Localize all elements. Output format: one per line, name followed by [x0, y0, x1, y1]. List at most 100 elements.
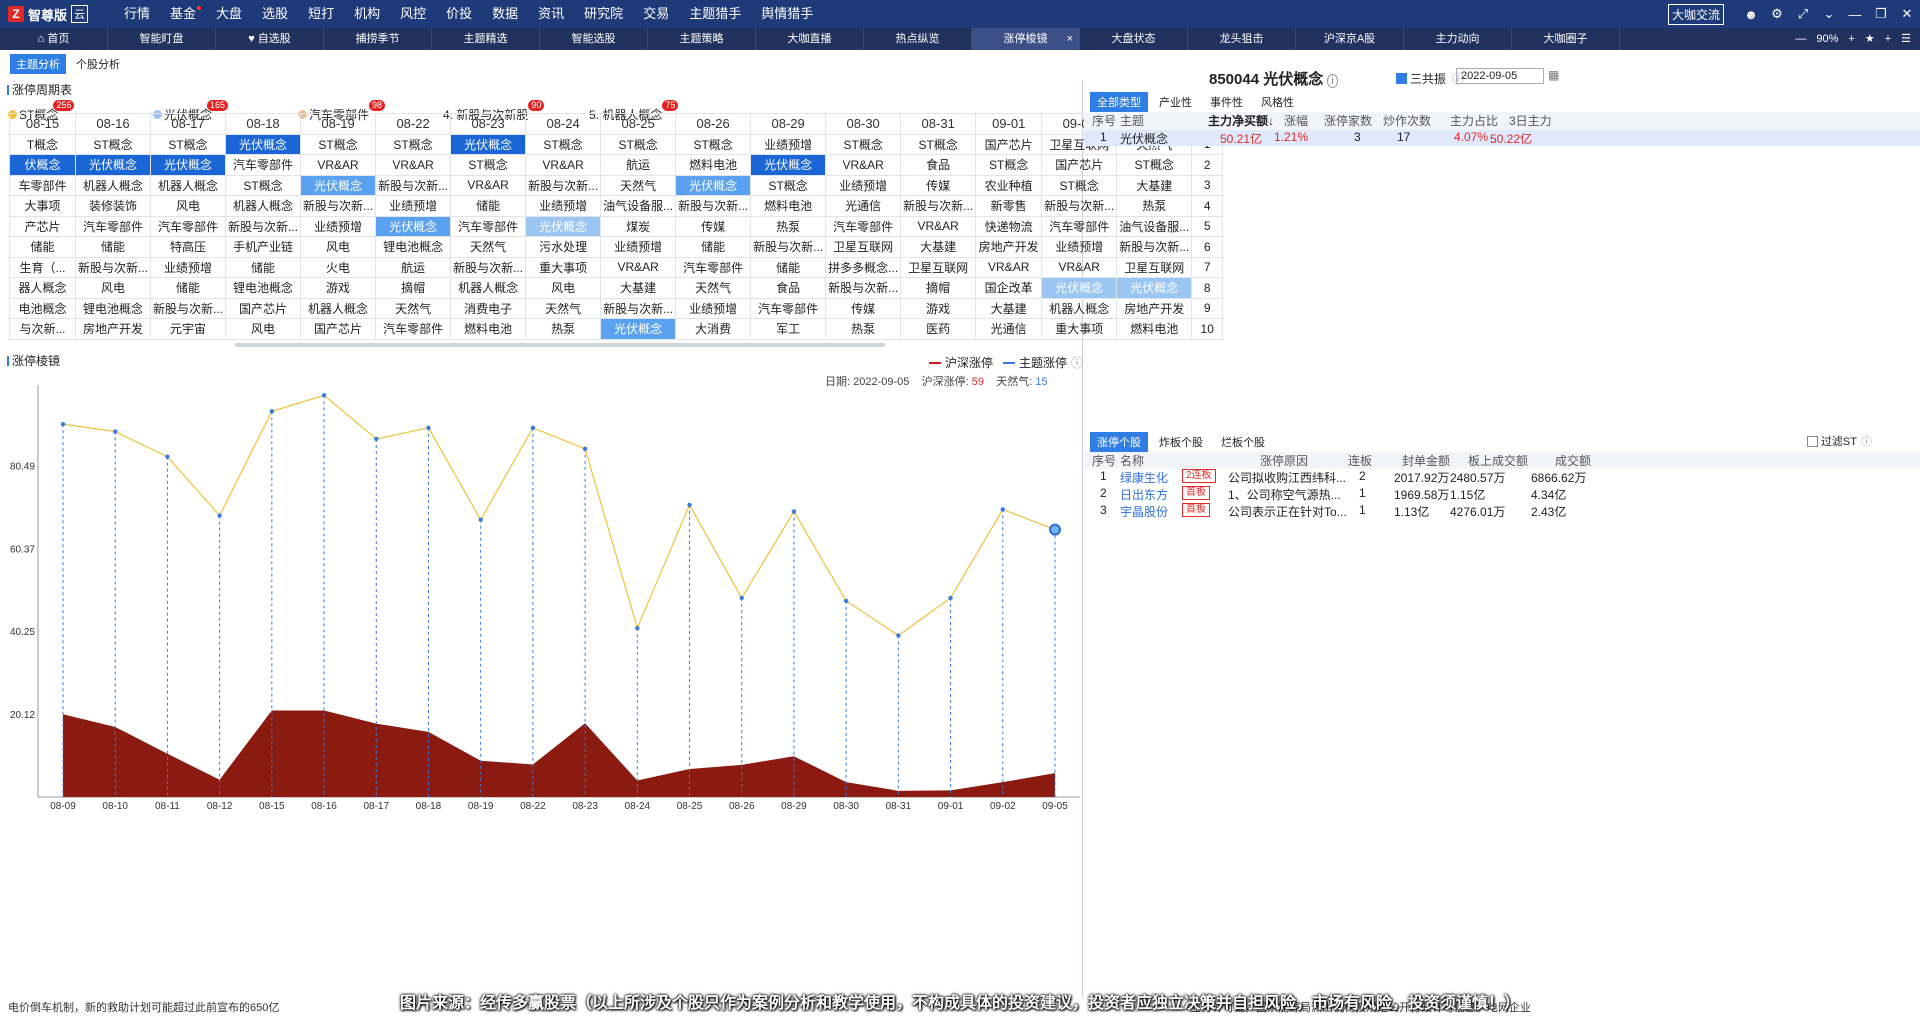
cycle-cell[interactable]: 业绩预增 — [825, 174, 902, 196]
menu-item[interactable]: 资讯 — [528, 0, 574, 28]
cycle-cell[interactable]: 游戏 — [300, 277, 377, 299]
cycle-cell[interactable]: 食品 — [900, 154, 977, 176]
menu-item[interactable]: 研究院 — [574, 0, 633, 28]
cycle-cell[interactable]: 国产芯片 — [975, 133, 1043, 155]
menu-item[interactable]: 数据 — [482, 0, 528, 28]
cycle-cell[interactable]: 汽车零部件 — [675, 256, 752, 278]
table-row[interactable]: 2 日出东方 首板 1、公司称空气源热... 1 1969.58万 1.15亿 4.34亿 — [1084, 486, 1920, 503]
menu-item[interactable]: 机构 — [344, 0, 390, 28]
cycle-cell[interactable]: 光伏概念 — [225, 133, 302, 155]
cycle-cell[interactable]: 光伏概念 — [525, 215, 602, 237]
cycle-cell[interactable]: 汽车零部件 — [150, 215, 227, 237]
cycle-cell[interactable]: 汽车零部件 — [225, 154, 302, 176]
cycle-cell[interactable]: 天然气 — [525, 297, 602, 319]
menu-item[interactable]: 主题猎手 — [679, 0, 751, 28]
cycle-cell[interactable]: 光通信 — [975, 318, 1043, 340]
cycle-cell[interactable]: 国产芯片 — [225, 297, 302, 319]
cycle-cell[interactable]: 传媒 — [900, 174, 977, 196]
tab-active[interactable]: 涨停梭镜 × — [972, 28, 1080, 50]
exchange-button[interactable]: 大咖交流 — [1667, 3, 1724, 25]
resonance-checkbox[interactable]: 三共振 ⓘ — [1396, 70, 1464, 87]
cycle-cell[interactable]: 业绩预增 — [300, 215, 377, 237]
cycle-cell[interactable]: 业绩预增 — [600, 236, 677, 258]
cycle-cell[interactable]: VR&AR — [375, 154, 452, 176]
cycle-cell[interactable]: 机器人概念 — [300, 297, 377, 319]
cycle-cell[interactable]: VR&AR — [975, 256, 1043, 278]
cycle-cell[interactable]: 伏概念 — [9, 154, 76, 176]
cycle-cell[interactable]: VR&AR — [825, 154, 902, 176]
calendar-icon[interactable]: ▦ — [1548, 68, 1559, 82]
close-tab-icon[interactable]: × — [1067, 28, 1073, 50]
tab-favorites[interactable]: ♥ 自选股 — [216, 28, 324, 50]
tab[interactable]: 捕捞季节 — [324, 28, 432, 50]
star-icon[interactable]: ★ — [1860, 28, 1880, 50]
menu-item[interactable]: 选股 — [252, 0, 298, 28]
settings-icon[interactable]: ⚙ — [1764, 6, 1790, 22]
cycle-cell[interactable]: ST概念 — [600, 133, 677, 155]
cycle-cell[interactable]: 燃料电池 — [750, 195, 827, 217]
cycle-cell[interactable]: VR&AR — [450, 174, 527, 196]
shrink-icon[interactable]: ⤢ — [1790, 6, 1816, 22]
menu-item[interactable]: 价投 — [436, 0, 482, 28]
cycle-cell[interactable]: 业绩预增 — [750, 133, 827, 155]
add-icon[interactable]: + — [1880, 28, 1896, 50]
menu-item[interactable]: 风控 — [390, 0, 436, 28]
cycle-cell[interactable]: 新股与次新... — [450, 256, 527, 278]
cycle-cell[interactable]: 机器人概念 — [150, 174, 227, 196]
cycle-cell[interactable]: 农业种植 — [975, 174, 1043, 196]
cycle-cell[interactable]: 游戏 — [900, 297, 977, 319]
type-tab[interactable]: 事件性 — [1203, 92, 1250, 112]
tab[interactable]: 沪深京A股 — [1296, 28, 1404, 50]
cycle-cell[interactable]: ST概念 — [675, 133, 752, 155]
cycle-cell[interactable]: 新股与次新... — [600, 297, 677, 319]
cycle-cell[interactable]: 手机产业链 — [225, 236, 302, 258]
cycle-cell[interactable]: 热泵 — [825, 318, 902, 340]
stock-cell[interactable]: 日出东方 — [1120, 486, 1168, 503]
cycle-cell[interactable]: 储能 — [150, 277, 227, 299]
cycle-cell[interactable]: 光伏概念 — [675, 174, 752, 196]
tab[interactable]: 主力动向 — [1404, 28, 1512, 50]
cycle-cell[interactable]: 机器人概念 — [450, 277, 527, 299]
menu-item[interactable]: 交易 — [633, 0, 679, 28]
cycle-cell[interactable]: 业绩预增 — [150, 256, 227, 278]
cycle-cell[interactable]: 光伏概念 — [74, 154, 152, 176]
cycle-cell[interactable]: 风电 — [525, 277, 602, 299]
subtab-stock-analysis[interactable]: 个股分析 — [70, 54, 126, 74]
stock-tab[interactable]: 烂板个股 — [1214, 432, 1272, 452]
cycle-cell[interactable]: 热泵 — [750, 215, 827, 237]
zoom-in-icon[interactable]: + — [1843, 28, 1859, 50]
cycle-cell[interactable]: 汽车零部件 — [375, 318, 452, 340]
cycle-cell[interactable]: 汽车零部件 — [750, 297, 827, 319]
cycle-cell[interactable]: 热泵 — [525, 318, 602, 340]
close-icon[interactable]: ✕ — [1894, 6, 1920, 22]
cycle-cell[interactable]: 机器人概念 — [74, 174, 152, 196]
cycle-cell[interactable]: 传媒 — [675, 215, 752, 237]
type-tab[interactable]: 产业性 — [1152, 92, 1199, 112]
cycle-cell[interactable]: 航运 — [375, 256, 452, 278]
cycle-cell[interactable]: 燃料电池 — [675, 154, 752, 176]
cycle-cell[interactable]: 房地产开发 — [74, 318, 152, 340]
cycle-cell[interactable]: 油气设备服... — [600, 195, 677, 217]
cycle-cell[interactable]: 国企改革 — [975, 277, 1043, 299]
table-row[interactable]: 3 宇晶股份 首板 公司表示正在针对To... 1 1.13亿 4276.01万 2.43亿 — [1084, 503, 1920, 520]
cycle-cell[interactable]: 生育（... — [9, 256, 76, 278]
cycle-cell[interactable]: 房地产开发 — [975, 236, 1043, 258]
cycle-cell[interactable]: 汽车零部件 — [825, 215, 902, 237]
cycle-cell[interactable]: VR&AR — [525, 154, 602, 176]
stock-tab[interactable]: 涨停个股 — [1090, 432, 1148, 452]
cycle-cell[interactable]: ST概念 — [74, 133, 152, 155]
cycle-cell[interactable]: 消费电子 — [450, 297, 527, 319]
app-logo[interactable]: Z 智尊版 云 — [0, 0, 96, 28]
tab[interactable]: 主题精选 — [432, 28, 540, 50]
cycle-cell[interactable]: ST概念 — [750, 174, 827, 196]
tab[interactable]: 大盘状态 — [1080, 28, 1188, 50]
info-icon[interactable]: i — [1327, 74, 1338, 88]
menu-item[interactable]: 行情 — [114, 0, 160, 28]
checkbox-icon[interactable] — [1396, 73, 1407, 84]
cycle-cell[interactable]: 大基建 — [900, 236, 977, 258]
cycle-cell[interactable]: ST概念 — [900, 133, 977, 155]
tab[interactable]: 热点纵览 — [864, 28, 972, 50]
cycle-cell[interactable]: ST概念 — [150, 133, 227, 155]
tab[interactable]: 主题策略 — [648, 28, 756, 50]
cycle-cell[interactable]: 特高压 — [150, 236, 227, 258]
